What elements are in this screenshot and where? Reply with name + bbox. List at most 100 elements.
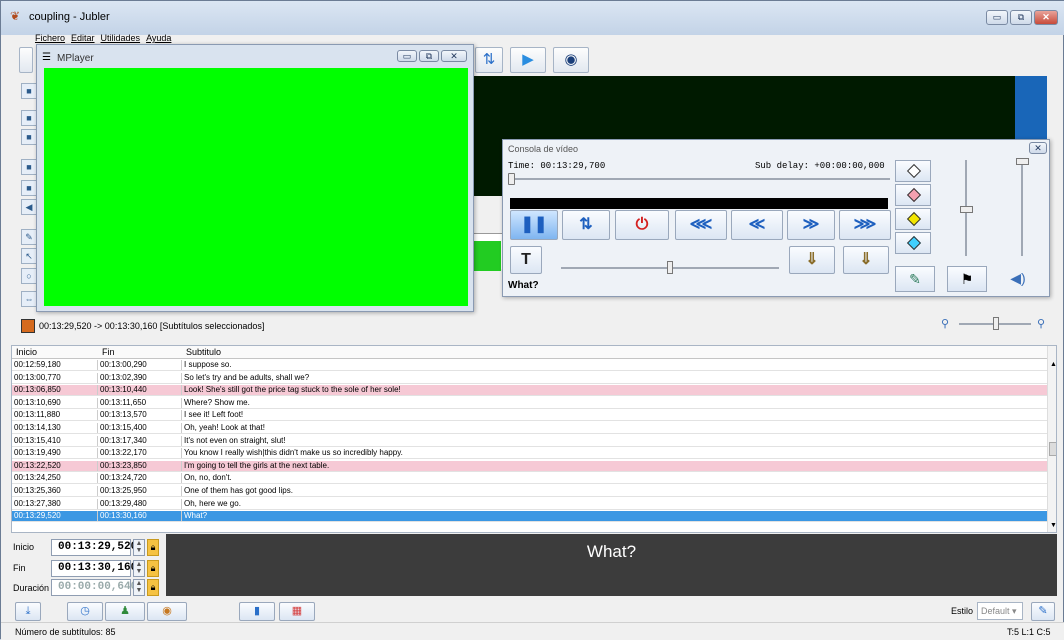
start-spinner[interactable]: ▲ ▼ [133, 539, 145, 556]
side-tool-1[interactable]: ■ [21, 83, 37, 99]
waveform-highlight [471, 241, 501, 271]
console-close-button[interactable]: ✕ [1029, 142, 1047, 154]
toolbar-play-button[interactable]: ▶ [510, 47, 546, 73]
end-spinner[interactable]: ▲ ▼ [133, 560, 145, 577]
start-time-field[interactable]: 00:13:29,520 [51, 539, 137, 556]
side-tool-9[interactable]: ○ [21, 268, 37, 284]
seek-thumb[interactable] [508, 173, 515, 185]
people-icon-button[interactable]: ♟ [105, 602, 145, 621]
record-start-button[interactable]: ⇓ [789, 246, 835, 274]
table-row[interactable]: 00:13:29,520 00:13:30,160 What? [12, 511, 1047, 523]
table-row[interactable]: 00:13:25,360 00:13:25,950 One of them has … [12, 486, 1047, 497]
side-tool-2[interactable]: ■ [21, 110, 37, 126]
speaker-icon[interactable]: ◀) [1001, 266, 1035, 292]
cell-end: 00:13:00,290 [100, 360, 182, 370]
scroll-down-icon[interactable]: ▼ [1050, 522, 1056, 529]
table-row[interactable]: 00:12:59,180 00:13:00,290 I suppose so. [12, 360, 1047, 371]
toolbar-preview-eye-button[interactable]: ◉ [553, 47, 589, 73]
clock-icon-button[interactable]: ◷ [67, 602, 103, 621]
scroll-thumb[interactable] [1049, 442, 1056, 456]
pause-button[interactable]: ❚❚ [510, 210, 558, 240]
side-tool-5[interactable]: ■ [21, 180, 37, 196]
menu-help[interactable]: Ayuda [146, 33, 171, 43]
menu-edit[interactable]: Editar [71, 33, 95, 43]
style-select[interactable]: Default ▾ [977, 602, 1023, 620]
side-tool-3[interactable]: ■ [21, 129, 37, 145]
volume-slider-thumb[interactable] [1016, 158, 1029, 165]
duration-lock-icon[interactable]: 🔒︎ [147, 579, 159, 596]
pen-yellow-icon[interactable] [895, 208, 931, 230]
toolbar-sync-button[interactable]: ⇅ [475, 47, 503, 73]
table-row[interactable]: 00:13:06,850 00:13:10,440 Look! She's stil… [12, 385, 1047, 397]
fast-forward-button[interactable]: ⋙ [839, 210, 891, 240]
header-end[interactable]: Fin [102, 347, 115, 357]
side-tool-6[interactable]: ◀ [21, 199, 37, 215]
table-row[interactable]: 00:13:00,770 00:13:02,390 So let's try and… [12, 372, 1047, 384]
grid-icon-button[interactable]: ▦ [279, 602, 315, 621]
side-tool-7[interactable]: ✎ [21, 229, 37, 245]
pen-pink-icon[interactable] [895, 184, 931, 206]
cell-start: 00:13:24,250 [14, 473, 98, 484]
table-scrollbar[interactable]: ▲ ▼ [1047, 346, 1056, 532]
menu-file[interactable]: Fichero [35, 33, 65, 43]
zoom-in-icon[interactable]: ⚲ [1037, 317, 1045, 330]
toolbar-new-button[interactable] [19, 47, 33, 73]
sync-button[interactable]: ⇅ [562, 210, 610, 240]
runner-icon[interactable]: ⚑ [947, 266, 987, 292]
record-end-button[interactable]: ⇓ [843, 246, 889, 274]
zoom-out-icon[interactable]: ⚲ [941, 317, 949, 330]
table-row[interactable]: 00:13:10,690 00:13:11,650 Where? Show me. [12, 397, 1047, 409]
pen-cyan-icon[interactable] [895, 232, 931, 254]
table-row[interactable]: 00:13:14,130 00:13:15,400 Oh, yeah! Look a… [12, 423, 1047, 434]
duration-field[interactable]: 00:00:00,640 [51, 579, 137, 596]
pointer-tool-icon[interactable]: ↖ [21, 248, 37, 264]
mplayer-minimize-button[interactable]: ▭ [397, 50, 417, 62]
table-row[interactable]: 00:13:22,520 00:13:23,850 I'm going to tel… [12, 460, 1047, 472]
subtitle-editor: Inicio 00:13:29,520 ▲ ▼ 🔒︎ Fin 00:13:30,1… [11, 534, 1057, 596]
seek-track[interactable] [508, 178, 890, 180]
end-time-field[interactable]: 00:13:30,160 [51, 560, 137, 577]
header-subtitle[interactable]: Subtitulo [186, 347, 221, 357]
mplayer-maximize-button[interactable]: ⧉ [419, 50, 439, 62]
header-start[interactable]: Inicio [16, 347, 37, 357]
console-title: Consola de vídeo [508, 144, 579, 154]
new-subtitle-button[interactable]: T [510, 246, 542, 274]
close-button[interactable]: ✕ [1034, 10, 1058, 25]
minimize-button[interactable]: ▭ [986, 10, 1008, 25]
rewind-button[interactable]: ≪ [731, 210, 783, 240]
cell-subtitle: On, no, don't. [184, 473, 232, 483]
side-tool-4[interactable]: ■ [21, 159, 37, 175]
maximize-button[interactable]: ⧉ [1010, 10, 1032, 25]
side-tool-10[interactable]: ⇔ [21, 291, 37, 307]
table-row[interactable]: 00:13:24,250 00:13:24,720 On, no, don't. [12, 473, 1047, 485]
stop-button[interactable]: ⏻ [615, 210, 669, 240]
volume-slider-track[interactable] [1021, 160, 1023, 256]
preview-icon-button[interactable]: ▮ [239, 602, 275, 621]
menu-tools[interactable]: Utilidades [101, 33, 141, 43]
subtitle-text-editor[interactable]: What? [166, 534, 1057, 596]
scroll-up-icon[interactable]: ▲ [1050, 361, 1056, 368]
save-icon-button[interactable]: ⤓ [15, 602, 41, 621]
table-header: Inicio Fin Subtitulo [12, 346, 1047, 359]
start-lock-icon[interactable]: 🔒︎ [147, 539, 159, 556]
zoom-slider-thumb[interactable] [993, 317, 999, 330]
table-row[interactable]: 00:13:15,410 00:13:17,340 It's not even on… [12, 435, 1047, 447]
edit-style-icon-button[interactable]: ✎ [1031, 602, 1055, 621]
cell-subtitle: I'm going to tell the girls at the next … [184, 460, 330, 470]
mplayer-close-button[interactable]: ✕ [441, 50, 467, 62]
table-row[interactable]: 00:13:27,380 00:13:29,480 Oh, here we go. [12, 498, 1047, 510]
edit-note-icon[interactable]: ✎ [895, 266, 935, 292]
table-row[interactable]: 00:13:19,490 00:13:22,170 You know I reall… [12, 448, 1047, 460]
end-lock-icon[interactable]: 🔒︎ [147, 560, 159, 577]
pen-white-icon[interactable] [895, 160, 931, 182]
forward-button[interactable]: ≫ [787, 210, 835, 240]
selection-color-icon[interactable] [21, 319, 35, 333]
duration-spinner[interactable]: ▲ ▼ [133, 579, 145, 596]
subtitle-table[interactable]: Inicio Fin Subtitulo 00:12:59,180 00:13:0… [11, 345, 1057, 533]
table-row[interactable]: 00:13:11,880 00:13:13,570 I see it! Left f… [12, 410, 1047, 422]
color-icon-button[interactable]: ◉ [147, 602, 187, 621]
speed-slider-thumb[interactable] [960, 206, 973, 213]
audio-slider-thumb[interactable] [667, 261, 673, 274]
cell-start: 00:13:11,880 [14, 410, 98, 421]
fast-rewind-button[interactable]: ⋘ [675, 210, 727, 240]
